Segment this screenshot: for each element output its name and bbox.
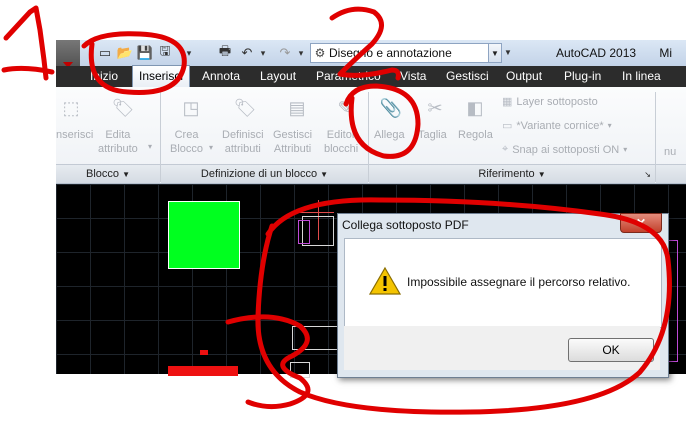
annotation-overlay	[1, 5, 672, 415]
annotation-number-1-base	[1, 65, 55, 75]
annotation-number-2	[329, 6, 401, 81]
annotation-circle-qat	[81, 31, 187, 95]
annotation-circle-dialog	[255, 197, 672, 415]
annotation-circle-attach	[343, 83, 421, 159]
